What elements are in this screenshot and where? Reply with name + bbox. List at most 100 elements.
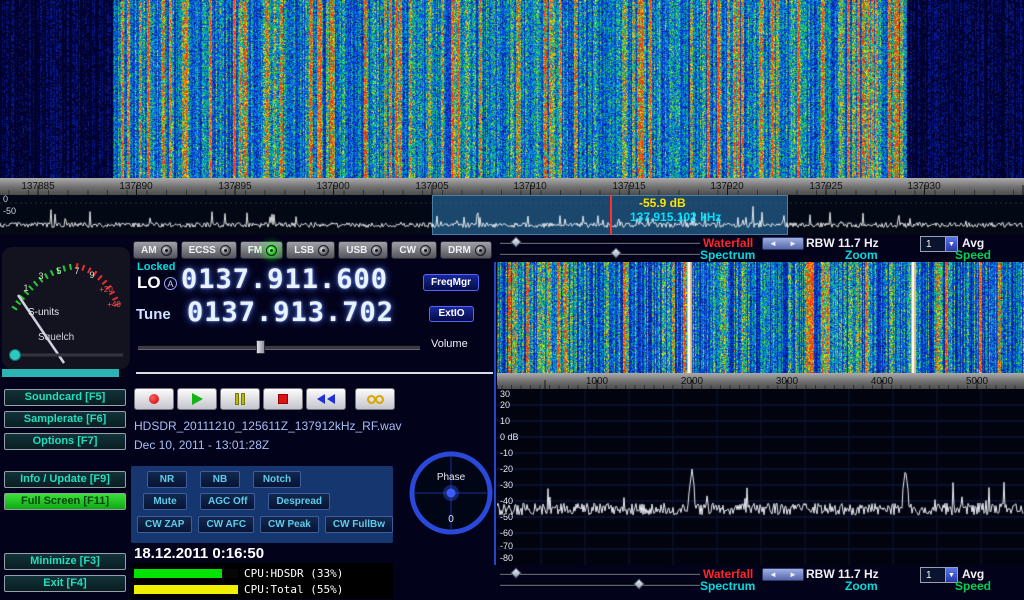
slider-groove[interactable]: [500, 241, 700, 244]
zoom-label: Zoom: [845, 249, 878, 261]
zoom-arrows-bottom[interactable]: ◄ ►: [762, 568, 804, 581]
slider-groove[interactable]: [500, 583, 700, 586]
cpu-hdsdr-text: CPU:HDSDR (33%): [244, 567, 343, 580]
slider-groove[interactable]: [500, 572, 700, 575]
freq-label: 137910: [513, 181, 546, 192]
avg-select[interactable]: 1 ▼: [920, 236, 958, 252]
waterfall-brightness-slider[interactable]: [500, 249, 700, 259]
db-readout: -55.9 dB: [639, 196, 686, 210]
avg-select-bottom[interactable]: 1 ▼: [920, 567, 958, 583]
tuning-spectrum[interactable]: 0 -50 -55.9 dB 137.915.102 kHz: [0, 195, 1024, 235]
dsp-row: Mute AGC Off Despread: [143, 493, 393, 510]
dsp-row: NR NB Notch: [147, 471, 393, 488]
rewind-button[interactable]: [306, 388, 346, 410]
cw-fullbw-button[interactable]: CW FullBw: [325, 516, 393, 533]
mode-label: AM: [141, 245, 157, 256]
cw-peak-button[interactable]: CW Peak: [260, 516, 319, 533]
tune-label: Tune: [136, 306, 171, 323]
mode-usb[interactable]: USB: [338, 241, 388, 259]
spectrum-tab[interactable]: Spectrum: [700, 249, 755, 261]
waterfall-contrast-slider-bottom[interactable]: [500, 569, 700, 579]
major-ticks: [0, 185, 1024, 195]
transport-bar: [134, 388, 395, 410]
stop-button[interactable]: [263, 388, 303, 410]
mode-cw[interactable]: CW: [391, 241, 437, 259]
strip-axis-label: -50: [3, 206, 16, 216]
speed-label-bottom: Speed: [955, 580, 991, 592]
nb-button[interactable]: NB: [200, 471, 240, 488]
rf-frequency-scale[interactable]: 137885 137890 137895 137900 137905 13791…: [0, 178, 1024, 195]
arrow-right-icon[interactable]: ►: [789, 571, 797, 579]
waterfall-contrast-slider[interactable]: [500, 238, 700, 248]
mode-lsb[interactable]: LSB: [286, 241, 335, 259]
lo-frequency-display[interactable]: 0137.911.600: [181, 264, 388, 295]
slider-thumb[interactable]: [510, 236, 521, 247]
level-meters-panel: CPU:HDSDR (33%) CPU:Total (55%): [131, 563, 393, 599]
slider-groove[interactable]: [500, 252, 700, 255]
freq-label: 137885: [21, 181, 54, 192]
fullscreen-button[interactable]: Full Screen [F11]: [4, 493, 126, 510]
cw-zap-button[interactable]: CW ZAP: [137, 516, 192, 533]
mode-drm[interactable]: DRM: [440, 241, 492, 259]
slider-thumb[interactable]: [633, 578, 644, 589]
af-scale-label: 4000: [871, 376, 893, 387]
strip-axis-label: 0: [3, 194, 8, 204]
mode-am[interactable]: AM: [133, 241, 178, 259]
mode-knob-icon: [371, 245, 382, 256]
tune-frequency-display[interactable]: 0137.913.702: [187, 297, 394, 328]
notch-button[interactable]: Notch: [253, 471, 301, 488]
freqmgr-button[interactable]: FreqMgr: [423, 274, 479, 291]
extio-button[interactable]: ExtIO: [429, 306, 474, 322]
zoom-arrows[interactable]: ◄ ►: [762, 237, 804, 250]
soundcard-button[interactable]: Soundcard [F5]: [4, 389, 126, 406]
mode-fm[interactable]: FM: [240, 241, 283, 259]
mode-knob-icon: [161, 245, 172, 256]
slider-thumb[interactable]: [510, 567, 521, 578]
samplerate-button[interactable]: Samplerate [F6]: [4, 411, 126, 428]
despread-button[interactable]: Despread: [268, 493, 330, 510]
minimize-button[interactable]: Minimize [F3]: [4, 553, 126, 570]
mode-knob-icon: [420, 245, 431, 256]
pause-button[interactable]: [220, 388, 260, 410]
info-update-button[interactable]: Info / Update [F9]: [4, 471, 126, 488]
record-button[interactable]: [134, 388, 174, 410]
recording-position-slider[interactable]: [136, 372, 493, 374]
mode-label: USB: [346, 245, 367, 256]
locked-label: Locked: [137, 261, 176, 273]
avg-select-value: 1: [921, 237, 945, 251]
arrow-left-icon[interactable]: ◄: [769, 571, 777, 579]
lo-lock-badge[interactable]: A: [164, 277, 177, 290]
agc-button[interactable]: AGC Off: [200, 493, 255, 510]
waterfall-brightness-slider-bottom[interactable]: [500, 580, 700, 590]
volume-slider-track[interactable]: [138, 346, 420, 349]
freq-label: 137890: [119, 181, 152, 192]
options-button[interactable]: Options [F7]: [4, 433, 126, 450]
rf-waterfall-display[interactable]: [0, 0, 1024, 178]
zoom-label-bottom: Zoom: [845, 580, 878, 592]
arrow-left-icon[interactable]: ◄: [769, 240, 777, 248]
cw-afc-button[interactable]: CW AFC: [198, 516, 254, 533]
phase-dial[interactable]: Phase 0: [407, 449, 495, 537]
arrow-right-icon[interactable]: ►: [789, 240, 797, 248]
play-button[interactable]: [177, 388, 217, 410]
slider-thumb[interactable]: [610, 247, 621, 258]
af-frequency-scale[interactable]: 1000 2000 3000 4000 5000: [497, 373, 1024, 389]
af-waterfall-display[interactable]: [497, 262, 1024, 373]
exit-button[interactable]: Exit [F4]: [4, 575, 126, 592]
mode-label: LSB: [294, 245, 314, 256]
af-spectrum-display[interactable]: 30 20 10 0 dB -10 -20 -30 -40 -50 -60 -7…: [497, 389, 1024, 565]
db-axis-label: -70: [500, 542, 513, 551]
mute-button[interactable]: Mute: [143, 493, 187, 510]
freq-label: 137895: [218, 181, 251, 192]
squelch-slider-thumb[interactable]: [10, 350, 21, 361]
db-axis-label: -20: [500, 465, 513, 474]
volume-slider-thumb[interactable]: [256, 340, 265, 354]
spectrum-tab-bottom[interactable]: Spectrum: [700, 580, 755, 592]
mode-label: ECSS: [189, 245, 216, 256]
db-axis-label: -60: [500, 529, 513, 538]
loop-button[interactable]: [355, 388, 395, 410]
nr-button[interactable]: NR: [147, 471, 187, 488]
rewind-icon: [317, 394, 325, 404]
freq-label: 137905: [415, 181, 448, 192]
mode-ecss[interactable]: ECSS: [181, 241, 237, 259]
